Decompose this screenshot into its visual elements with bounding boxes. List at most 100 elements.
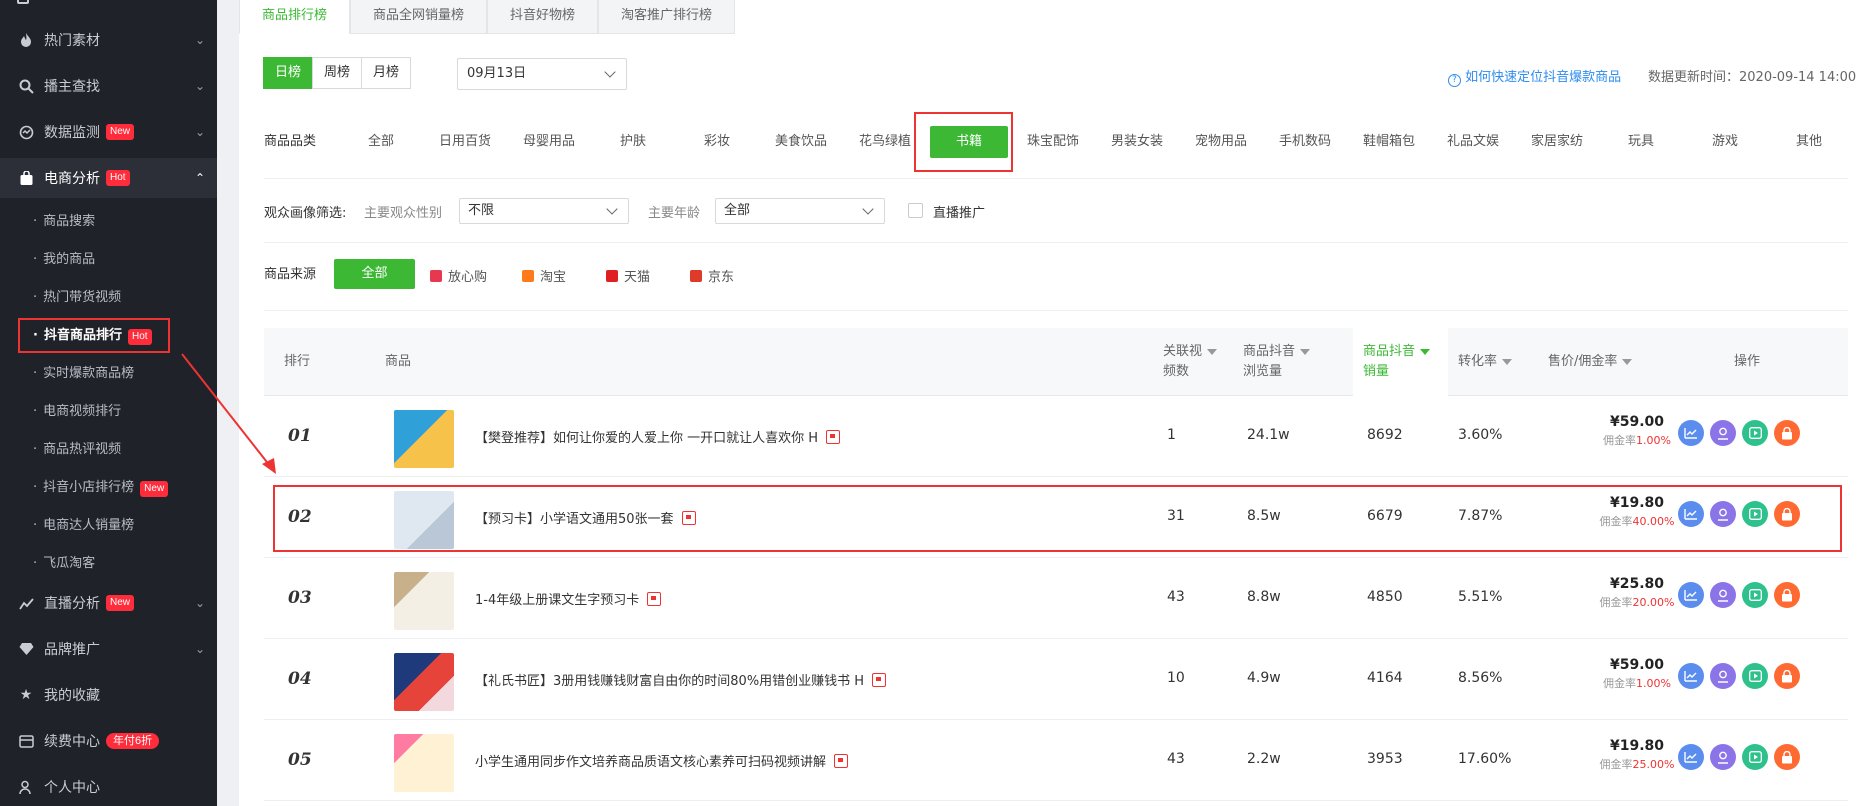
header-text: 售价/佣金率: [1548, 354, 1618, 369]
question-circle-icon: ?: [1448, 74, 1461, 87]
rank-number: 01: [288, 426, 312, 446]
header-videos[interactable]: 关联视 频数: [1163, 342, 1218, 382]
category-item[interactable]: 玩具: [1599, 118, 1683, 166]
gender-select[interactable]: 不限: [459, 198, 629, 224]
shop-icon[interactable]: [1774, 582, 1800, 608]
chevron-down-icon: ⌄: [194, 596, 205, 610]
influencer-icon[interactable]: [1710, 582, 1736, 608]
period-weekly-button[interactable]: 周榜: [312, 57, 363, 89]
product-name-link[interactable]: 【樊登推荐】如何让你爱的人爱上你 一开口就让人喜欢你 H: [475, 427, 841, 446]
video-play-icon[interactable]: [1742, 582, 1768, 608]
sidebar-sub-label: 热门带货视频: [43, 290, 122, 305]
header-price[interactable]: 售价/佣金率: [1548, 352, 1633, 372]
source-all-button[interactable]: 全部: [334, 259, 415, 289]
category-item[interactable]: 珠宝配饰: [1011, 118, 1095, 166]
video-play-icon[interactable]: [1742, 744, 1768, 770]
tab-network-sales[interactable]: 商品全网销量榜: [350, 0, 488, 34]
product-name-link[interactable]: 【礼氏书匠】3册用钱赚钱财富自由你的时间80%用错创业赚钱书 H: [475, 670, 887, 689]
category-item[interactable]: 母婴用品: [507, 118, 591, 166]
video-play-icon[interactable]: [1742, 663, 1768, 689]
category-item[interactable]: 其他: [1767, 118, 1851, 166]
tmall-logo-icon: [606, 269, 618, 282]
product-thumbnail[interactable]: [394, 410, 454, 468]
influencer-icon[interactable]: [1710, 663, 1736, 689]
source-taobao[interactable]: 淘宝: [522, 266, 566, 285]
sidebar-item-renewal[interactable]: 续费中心 年付6折: [0, 729, 217, 753]
source-tmall[interactable]: 天猫: [606, 266, 650, 285]
category-item[interactable]: 宠物用品: [1179, 118, 1263, 166]
source-jd[interactable]: 京东: [690, 266, 734, 285]
source-label: 商品来源: [264, 267, 317, 282]
period-monthly-button[interactable]: 月榜: [361, 57, 412, 89]
sort-desc-icon: [1207, 348, 1218, 355]
trend-chart-icon[interactable]: [1678, 744, 1704, 770]
shop-icon[interactable]: [1774, 420, 1800, 446]
hot-badge: Hot: [106, 170, 130, 186]
tab-douyin-goods[interactable]: 抖音好物榜: [487, 0, 599, 34]
product-name: 【樊登推荐】如何让你爱的人爱上你 一开口就让人喜欢你 H: [475, 431, 819, 446]
product-name-link[interactable]: 小学生通用同步作文培养商品质语文核心素养可扫码视频讲解: [475, 751, 849, 770]
header-conversion[interactable]: 转化率: [1458, 352, 1513, 372]
category-item[interactable]: 家居家纺: [1515, 118, 1599, 166]
chevron-down-icon: ⌄: [194, 33, 205, 47]
shop-icon[interactable]: [1774, 663, 1800, 689]
product-name-link[interactable]: 1-4年级上册课文生字预习卡: [475, 589, 662, 608]
age-label: 主要年龄: [648, 206, 701, 221]
sidebar-item-data-monitor[interactable]: 数据监测 New ⌄: [0, 120, 217, 144]
sidebar-item-search-hosts[interactable]: 播主查找 ⌄: [0, 74, 217, 98]
date-select[interactable]: 09月13日: [457, 58, 627, 90]
category-item[interactable]: 手机数码: [1263, 118, 1347, 166]
videos-count: 43: [1167, 589, 1185, 605]
row-actions: [1678, 420, 1806, 446]
category-item[interactable]: 男装女装: [1095, 118, 1179, 166]
shop-icon[interactable]: [1774, 744, 1800, 770]
live-promo-checkbox[interactable]: [908, 203, 923, 218]
sidebar-item-ecommerce[interactable]: 电商分析 Hot ⌃: [0, 158, 217, 198]
views-count: 24.1w: [1247, 427, 1290, 443]
sidebar-sub-item[interactable]: · 我的商品: [0, 248, 217, 267]
commission-label: 佣金率: [1603, 677, 1637, 690]
sidebar-item-profile[interactable]: 个人中心: [0, 775, 217, 799]
search-icon: [17, 77, 35, 95]
influencer-icon[interactable]: [1710, 420, 1736, 446]
age-select[interactable]: 全部: [715, 198, 885, 224]
category-item[interactable]: 日用百货: [423, 118, 507, 166]
sidebar-item-favorites[interactable]: ★ 我的收藏: [0, 683, 217, 707]
trend-chart-icon[interactable]: [1678, 663, 1704, 689]
category-item[interactable]: 礼品文娱: [1431, 118, 1515, 166]
tab-taoke-ranking[interactable]: 淘客推广排行榜: [598, 0, 736, 34]
help-link[interactable]: ? 如何快速定位抖音爆款商品: [1448, 66, 1621, 87]
chevron-down-icon: ⌄: [194, 79, 205, 93]
video-play-icon[interactable]: [1742, 420, 1768, 446]
period-daily-button[interactable]: 日榜: [263, 57, 314, 89]
monitor-icon: [17, 123, 35, 141]
sidebar-sub-item[interactable]: · 电商达人销量榜: [0, 514, 217, 533]
header-sales[interactable]: 商品抖音 销量: [1363, 342, 1431, 382]
sidebar-item-live-analysis[interactable]: 直播分析 New ⌄: [0, 591, 217, 615]
sidebar-item-hot-materials[interactable]: 热门素材 ⌄: [0, 28, 217, 52]
trend-chart-icon[interactable]: [1678, 582, 1704, 608]
card-icon: [17, 732, 35, 750]
category-item[interactable]: 彩妆: [675, 118, 759, 166]
influencer-icon[interactable]: [1710, 744, 1736, 770]
sidebar-item-brand-promo[interactable]: 品牌推广 ⌄: [0, 637, 217, 661]
videos-count: 1: [1167, 427, 1176, 443]
tab-product-ranking[interactable]: 商品排行榜: [239, 0, 351, 34]
sidebar-item-label: 我的收藏: [44, 688, 100, 704]
category-item[interactable]: 鞋帽箱包: [1347, 118, 1431, 166]
sidebar-sub-item[interactable]: · 商品搜索: [0, 210, 217, 229]
category-item[interactable]: 护肤: [591, 118, 675, 166]
category-item[interactable]: 美食饮品: [759, 118, 843, 166]
sidebar-sub-item[interactable]: · 飞瓜淘客: [0, 552, 217, 571]
header-views[interactable]: 商品抖音 浏览量: [1243, 342, 1311, 382]
product-thumbnail[interactable]: [394, 653, 454, 711]
trend-chart-icon[interactable]: [1678, 420, 1704, 446]
source-fangxingou[interactable]: 放心购: [430, 266, 487, 285]
sidebar-sub-item[interactable]: · 热门带货视频: [0, 286, 217, 305]
shop-bag-icon: [834, 753, 849, 768]
category-all[interactable]: 全部: [339, 118, 423, 166]
category-item[interactable]: 游戏: [1683, 118, 1767, 166]
product-thumbnail[interactable]: [394, 734, 454, 792]
commission-value: 1.00%: [1636, 677, 1671, 690]
product-thumbnail[interactable]: [394, 572, 454, 630]
